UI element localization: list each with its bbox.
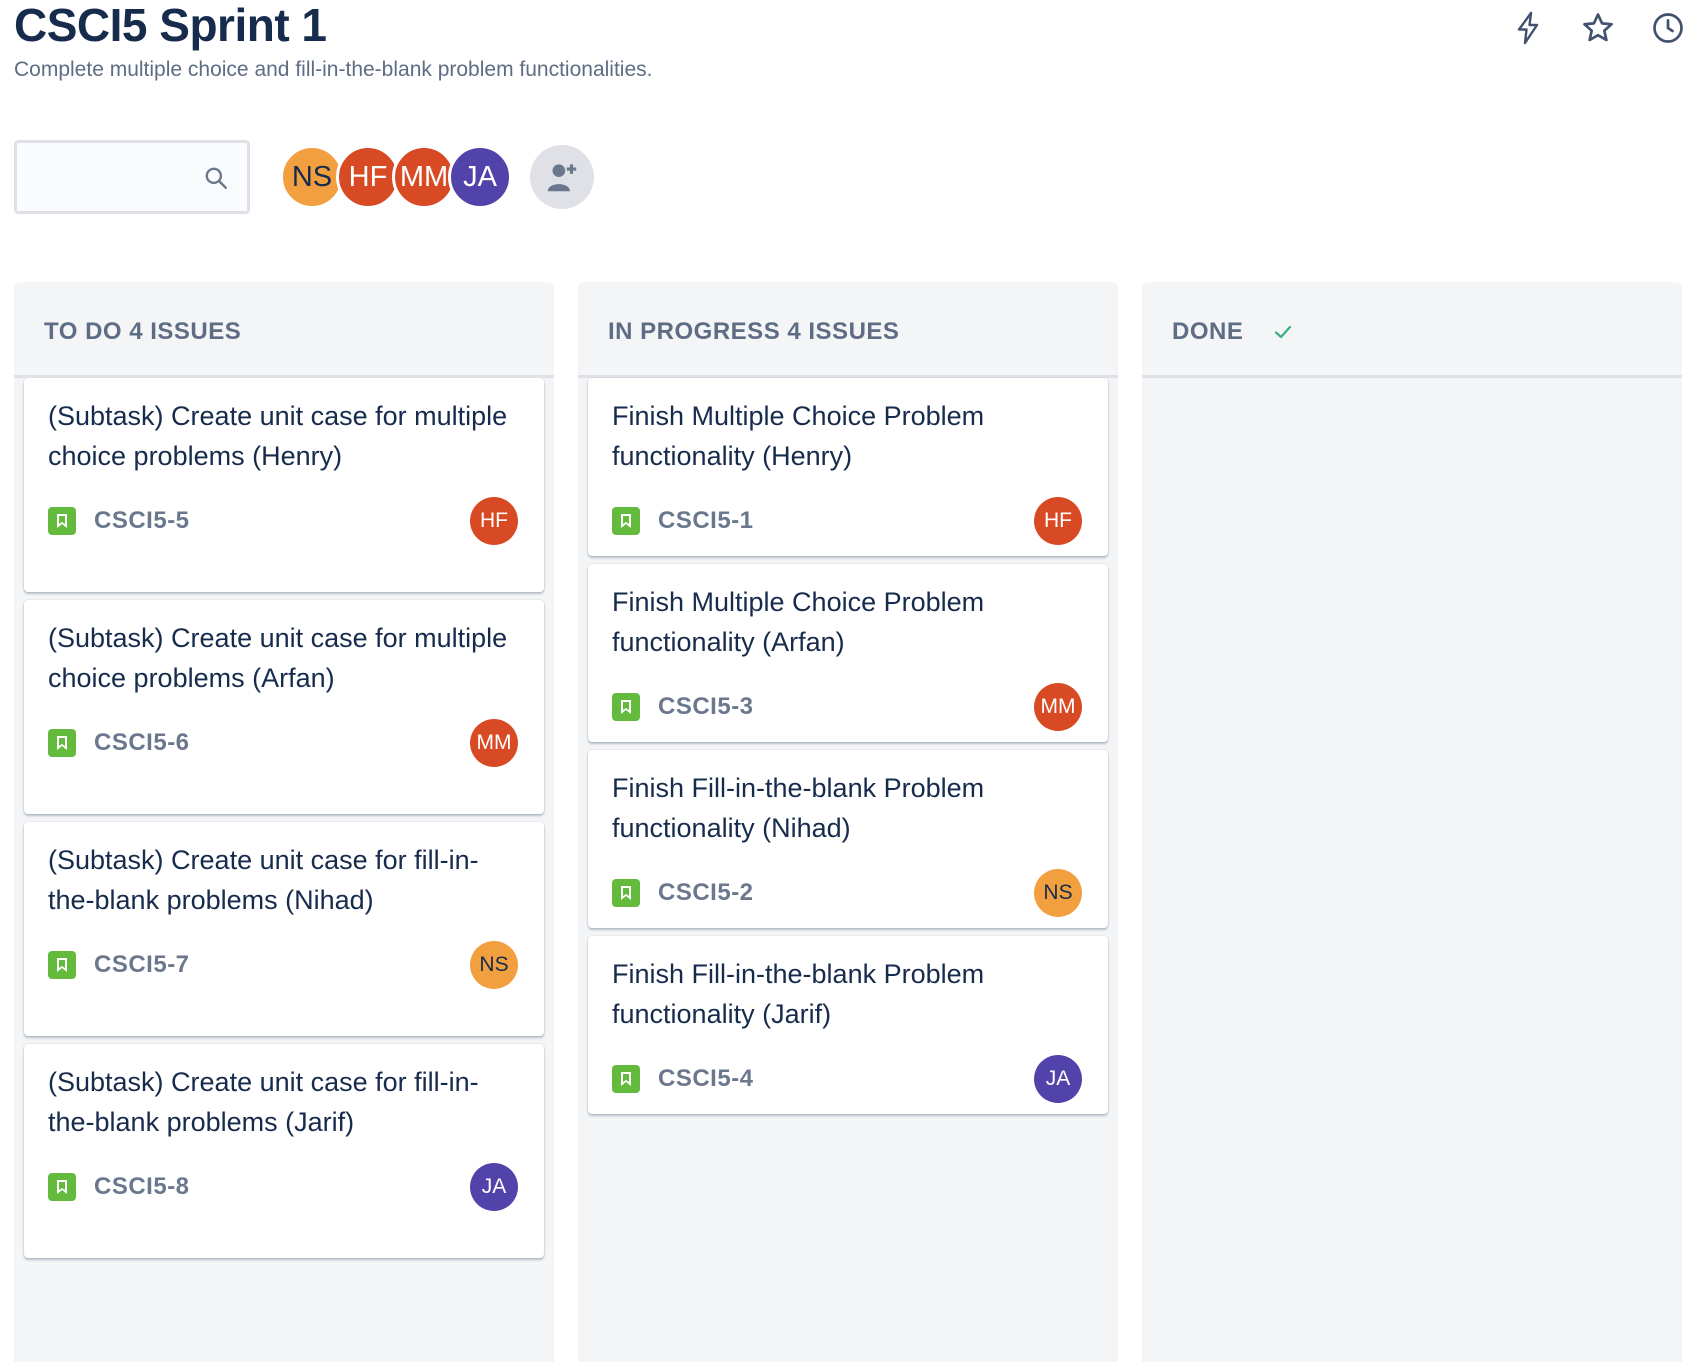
issue-title: (Subtask) Create unit case for fill-in-t… xyxy=(48,845,479,915)
clock-icon xyxy=(1653,13,1683,43)
issue-card[interactable]: Finish Fill-in-the-blank Problem functio… xyxy=(588,750,1108,928)
issue-key[interactable]: CSCI5-2 xyxy=(658,879,1034,907)
column-in-progress: IN PROGRESS 4 ISSUES Finish Multiple Cho… xyxy=(578,282,1118,1362)
board-toolbar: NS HF MM JA xyxy=(14,140,594,214)
avatar[interactable]: MM xyxy=(392,145,456,209)
card-list: (Subtask) Create unit case for multiple … xyxy=(14,378,554,1362)
automation-button[interactable] xyxy=(1506,6,1550,50)
avatar[interactable]: NS xyxy=(280,145,344,209)
issue-key[interactable]: CSCI5-6 xyxy=(94,729,470,757)
column-header: IN PROGRESS 4 ISSUES xyxy=(578,282,1118,378)
story-icon xyxy=(48,951,76,979)
column-todo: TO DO 4 ISSUES (Subtask) Create unit cas… xyxy=(14,282,554,1362)
column-header: DONE xyxy=(1142,282,1682,378)
issue-key[interactable]: CSCI5-7 xyxy=(94,951,470,979)
story-icon xyxy=(612,879,640,907)
assignee-avatar[interactable]: JA xyxy=(1034,1055,1082,1103)
story-icon xyxy=(612,507,640,535)
star-icon xyxy=(1583,13,1613,42)
issue-card[interactable]: (Subtask) Create unit case for multiple … xyxy=(24,378,544,592)
search-box[interactable] xyxy=(14,140,250,214)
card-list: Finish Multiple Choice Problem functiona… xyxy=(578,378,1118,1114)
issue-key[interactable]: CSCI5-1 xyxy=(658,507,1034,535)
assignee-avatar[interactable]: JA xyxy=(470,1163,518,1211)
board-header: CSCI5 Sprint 1 Complete multiple choice … xyxy=(14,0,652,84)
column-title: TO DO 4 ISSUES xyxy=(44,318,242,345)
issue-title: (Subtask) Create unit case for fill-in-t… xyxy=(48,1067,479,1137)
search-input[interactable] xyxy=(17,143,211,211)
issue-title: Finish Fill-in-the-blank Problem functio… xyxy=(612,773,985,843)
issue-card[interactable]: (Subtask) Create unit case for fill-in-t… xyxy=(24,822,544,1036)
history-button[interactable] xyxy=(1646,6,1690,50)
assignee-avatar[interactable]: HF xyxy=(1034,497,1082,545)
assignee-avatar[interactable]: MM xyxy=(1034,683,1082,731)
issue-key[interactable]: CSCI5-8 xyxy=(94,1173,470,1201)
avatar[interactable]: JA xyxy=(448,145,512,209)
issue-key[interactable]: CSCI5-3 xyxy=(658,693,1034,721)
column-title: IN PROGRESS 4 ISSUES xyxy=(608,318,900,345)
member-avatars: NS HF MM JA xyxy=(280,145,512,209)
issue-card[interactable]: Finish Multiple Choice Problem functiona… xyxy=(588,378,1108,556)
board-columns: TO DO 4 ISSUES (Subtask) Create unit cas… xyxy=(14,282,1682,1362)
page-title: CSCI5 Sprint 1 xyxy=(14,0,327,51)
story-icon xyxy=(48,1173,76,1201)
issue-card[interactable]: Finish Fill-in-the-blank Problem functio… xyxy=(588,936,1108,1114)
issue-title: Finish Multiple Choice Problem functiona… xyxy=(612,401,985,471)
story-icon xyxy=(612,1065,640,1093)
column-title: DONE xyxy=(1172,318,1244,345)
lightning-icon xyxy=(1517,11,1539,45)
add-member-button[interactable] xyxy=(530,145,594,209)
assignee-avatar[interactable]: NS xyxy=(470,941,518,989)
issue-card[interactable]: (Subtask) Create unit case for fill-in-t… xyxy=(24,1044,544,1258)
add-person-icon xyxy=(547,164,577,192)
assignee-avatar[interactable]: HF xyxy=(470,497,518,545)
issue-title: (Subtask) Create unit case for multiple … xyxy=(48,623,508,693)
issue-card[interactable]: Finish Multiple Choice Problem functiona… xyxy=(588,564,1108,742)
header-actions xyxy=(1506,6,1690,50)
assignee-avatar[interactable]: NS xyxy=(1034,869,1082,917)
avatar[interactable]: HF xyxy=(336,145,400,209)
star-button[interactable] xyxy=(1576,6,1620,50)
check-icon xyxy=(1275,325,1292,339)
board-subtitle: Complete multiple choice and fill-in-the… xyxy=(14,58,653,81)
issue-title: Finish Multiple Choice Problem functiona… xyxy=(612,587,985,657)
issue-key[interactable]: CSCI5-4 xyxy=(658,1065,1034,1093)
column-done: DONE xyxy=(1142,282,1682,1362)
story-icon xyxy=(48,729,76,757)
column-header: TO DO 4 ISSUES xyxy=(14,282,554,378)
issue-title: (Subtask) Create unit case for multiple … xyxy=(48,401,508,471)
search-icon xyxy=(205,167,227,189)
story-icon xyxy=(612,693,640,721)
story-icon xyxy=(48,507,76,535)
assignee-avatar[interactable]: MM xyxy=(470,719,518,767)
issue-card[interactable]: (Subtask) Create unit case for multiple … xyxy=(24,600,544,814)
issue-title: Finish Fill-in-the-blank Problem functio… xyxy=(612,959,985,1029)
issue-key[interactable]: CSCI5-5 xyxy=(94,507,470,535)
